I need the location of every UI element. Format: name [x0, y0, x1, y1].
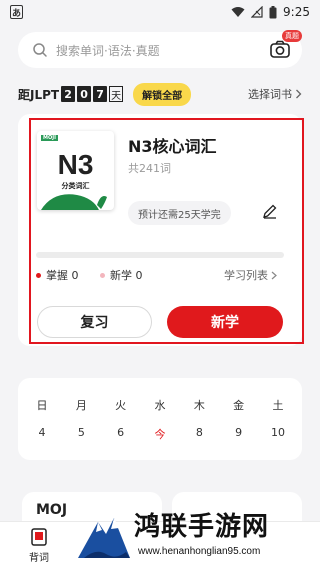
- site-watermark: 鸿联手游网 www.henanhonglian95.com: [72, 502, 320, 569]
- calendar-today[interactable]: 今: [150, 426, 170, 442]
- calendar-date[interactable]: 5: [71, 426, 91, 442]
- calendar-date[interactable]: 4: [32, 426, 52, 442]
- cover-level: N3: [57, 149, 94, 180]
- watermark-text: 鸿联手游网: [134, 512, 270, 542]
- weekday-label: 日: [36, 399, 48, 412]
- select-book-link[interactable]: 选择词书: [248, 86, 302, 102]
- status-time: 9:25: [283, 5, 310, 19]
- weekday-row: 日 月 火 水 木 金 土: [22, 397, 298, 413]
- unlock-all-button[interactable]: 解锁全部: [133, 82, 192, 106]
- learn-new-button[interactable]: 新学: [167, 306, 283, 338]
- countdown-digit: 2: [61, 86, 76, 102]
- app-notification-icon: あ: [10, 5, 23, 19]
- book-cover[interactable]: MOJI N3 分类词汇: [37, 131, 114, 210]
- weekday-label: 金: [233, 399, 245, 412]
- search-icon: [33, 43, 47, 57]
- status-left: あ: [10, 5, 23, 19]
- week-calendar: [18, 378, 302, 460]
- calendar-date[interactable]: 8: [189, 426, 209, 442]
- new-words-stat: 新学 0: [100, 267, 143, 283]
- chevron-right-icon: [271, 271, 277, 279]
- watermark-url: www.henanhonglian95.com: [138, 546, 261, 557]
- weekday-label: 火: [115, 399, 127, 412]
- search-placeholder: 搜索单词·语法·真题: [56, 43, 160, 58]
- review-button[interactable]: 复习: [37, 306, 152, 338]
- signal-off-icon: [251, 6, 263, 18]
- word-count: 共241词: [128, 162, 171, 175]
- book-tab-icon: [31, 528, 47, 546]
- study-progress-bar: [36, 252, 284, 258]
- status-right: 9:25: [231, 5, 310, 19]
- estimate-pill: 预计还需25天学完: [128, 201, 231, 225]
- wifi-icon: [231, 7, 245, 17]
- watermark-mountain-logo: [78, 518, 130, 558]
- camera-button[interactable]: 真题: [270, 30, 302, 60]
- weekday-label: 月: [75, 399, 87, 412]
- status-bar: あ 9:25: [0, 0, 320, 24]
- new-words-dot: [100, 272, 105, 278]
- camera-icon: [270, 40, 290, 58]
- calendar-date[interactable]: 9: [229, 426, 249, 442]
- new-words-label: 新学 0: [110, 269, 143, 282]
- calendar-date[interactable]: 10: [268, 426, 288, 442]
- camera-badge: 真题: [282, 30, 302, 42]
- battery-icon: [269, 5, 277, 18]
- tab-vocabulary[interactable]: 背词: [22, 528, 56, 564]
- weekday-label: 土: [272, 399, 284, 412]
- edit-icon[interactable]: [262, 203, 278, 219]
- book-title: N3核心词汇: [128, 137, 217, 156]
- countdown-day-unit: 天: [109, 86, 124, 102]
- countdown-label: 距JLPT: [18, 87, 60, 102]
- tab-vocabulary-label: 背词: [29, 553, 49, 564]
- mastered-stat: 掌握 0: [36, 267, 79, 283]
- cover-hill-illustration: [41, 194, 107, 210]
- study-list-label: 学习列表: [224, 269, 268, 282]
- date-row: 4 5 6 今 8 9 10: [22, 426, 298, 442]
- study-list-link[interactable]: 学习列表: [224, 267, 277, 283]
- countdown-digit: 7: [93, 86, 108, 102]
- weekday-label: 木: [193, 399, 205, 412]
- select-book-label: 选择词书: [248, 88, 292, 101]
- search-bar[interactable]: 搜索单词·语法·真题 真题: [18, 30, 302, 68]
- mastered-dot: [36, 272, 41, 278]
- exam-countdown: 距JLPT 2 0 7 天 解锁全部 选择词书: [18, 82, 302, 106]
- countdown-digit: 0: [77, 86, 92, 102]
- calendar-date[interactable]: 6: [111, 426, 131, 442]
- mastered-label: 掌握 0: [46, 269, 79, 282]
- weekday-label: 水: [154, 399, 166, 412]
- bottom-card-title: MOJ: [36, 502, 68, 518]
- chevron-right-icon: [296, 89, 302, 99]
- cover-logo: MOJI: [41, 135, 58, 141]
